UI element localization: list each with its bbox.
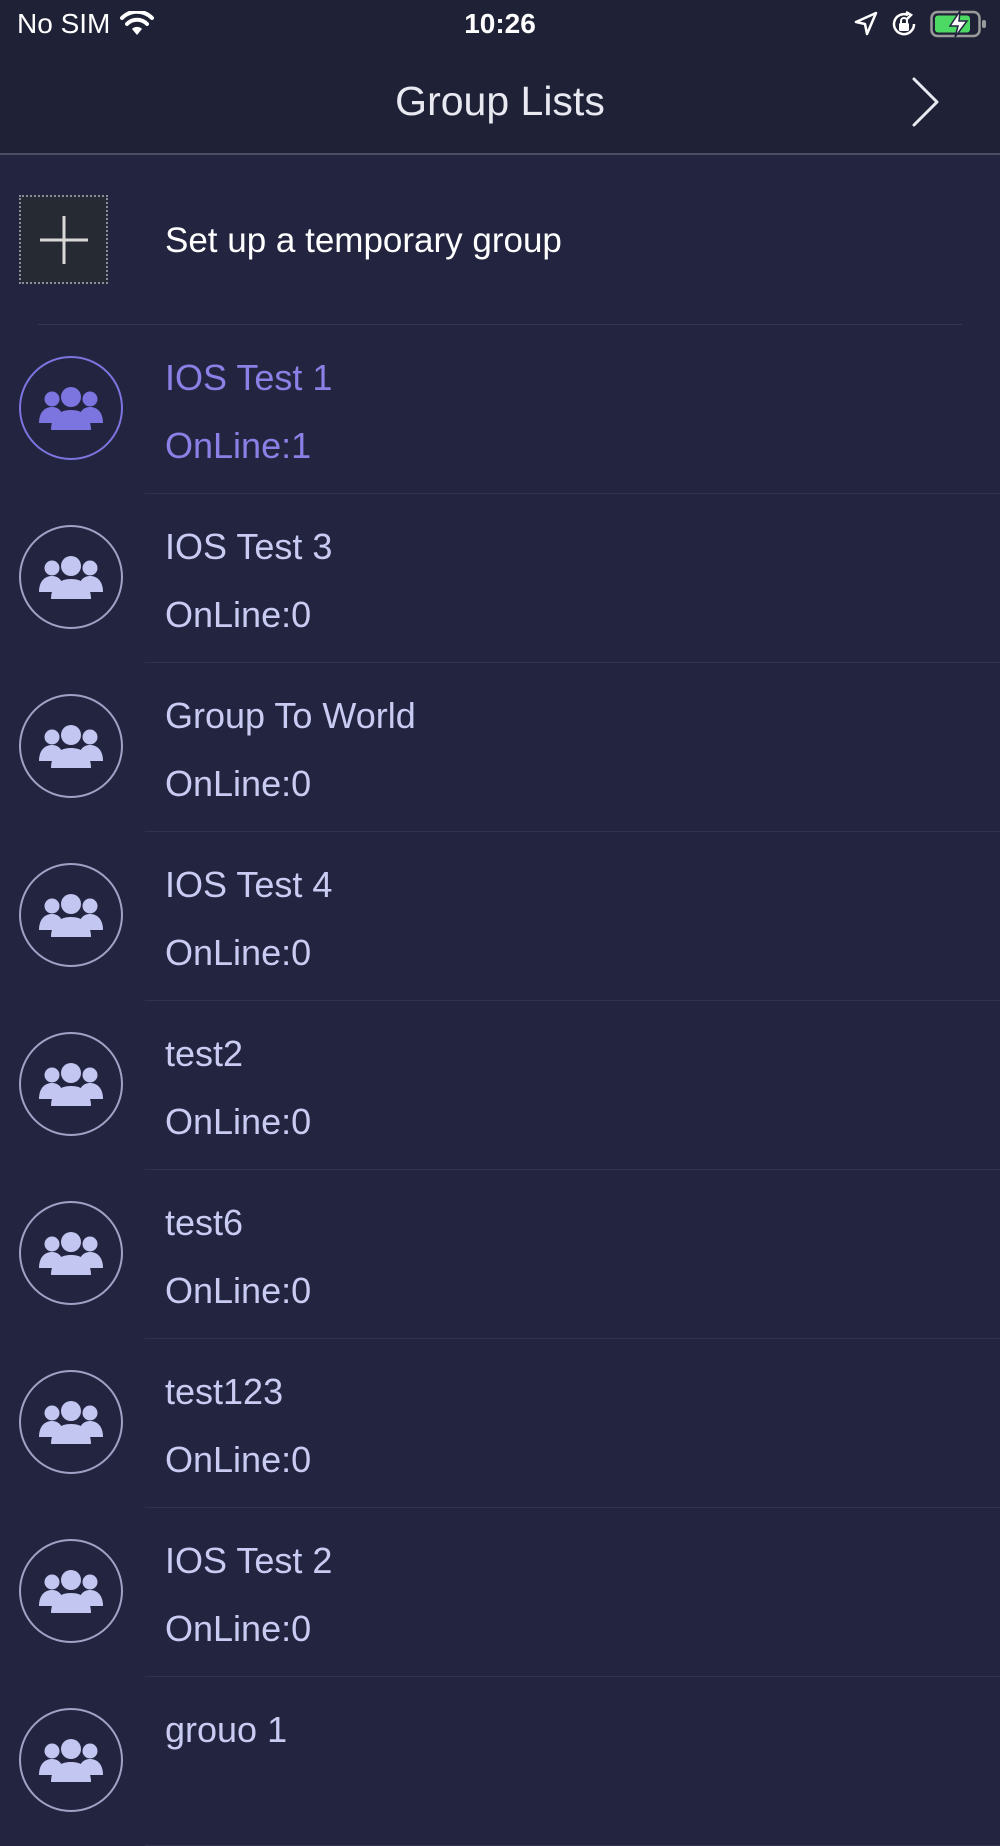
group-avatar <box>19 1708 123 1812</box>
status-bar: No SIM 10:26 <box>0 0 1000 50</box>
page-title: Group Lists <box>395 78 605 124</box>
group-users-icon <box>39 725 103 768</box>
group-list-item[interactable]: Group To World OnLine:0 <box>0 663 1000 832</box>
group-avatar <box>19 525 123 629</box>
nav-bar: Group Lists <box>0 50 1000 155</box>
group-online-count: OnLine:1 <box>165 425 312 466</box>
group-name: IOS Test 1 <box>165 357 333 398</box>
group-avatar <box>19 863 123 967</box>
group-avatar <box>19 1201 123 1305</box>
group-name: test123 <box>165 1371 284 1412</box>
group-name: test6 <box>165 1202 244 1243</box>
group-name: IOS Test 3 <box>165 526 333 567</box>
location-arrow-icon <box>854 11 878 36</box>
group-users-icon <box>39 1232 103 1275</box>
status-right <box>842 10 988 38</box>
group-list-item[interactable]: IOS Test 3 OnLine:0 <box>0 494 1000 663</box>
group-avatar <box>19 694 123 798</box>
group-name: Group To World <box>165 695 416 736</box>
battery-charging-icon <box>930 10 986 38</box>
group-list-item[interactable]: IOS Test 4 OnLine:0 <box>0 832 1000 1001</box>
group-list-item[interactable]: IOS Test 1 OnLine:1 <box>0 325 1000 494</box>
rotation-lock-icon <box>892 10 916 36</box>
chevron-right-icon <box>912 77 939 127</box>
group-users-icon <box>39 894 103 937</box>
group-list-item[interactable]: test123 OnLine:0 <box>0 1339 1000 1508</box>
group-online-count: OnLine:0 <box>165 1270 312 1311</box>
group-users-icon <box>39 556 103 599</box>
plus-icon <box>39 215 88 264</box>
group-list-item[interactable]: IOS Test 2 OnLine:0 <box>0 1508 1000 1677</box>
group-users-icon <box>39 1570 103 1613</box>
create-group-label: Set up a temporary group <box>165 221 562 260</box>
group-avatar <box>19 1539 123 1643</box>
add-group-button[interactable] <box>19 195 108 284</box>
group-online-count: OnLine:0 <box>165 1101 312 1142</box>
group-name: IOS Test 4 <box>165 864 333 905</box>
group-avatar <box>19 1032 123 1136</box>
group-avatar <box>19 1370 123 1474</box>
group-online-count: OnLine:0 <box>165 763 312 804</box>
group-users-icon <box>39 1401 103 1444</box>
group-name: IOS Test 2 <box>165 1540 333 1581</box>
group-users-icon <box>39 387 103 430</box>
group-list-item[interactable]: test2 OnLine:0 <box>0 1001 1000 1170</box>
group-online-count: OnLine:0 <box>165 594 312 635</box>
group-users-icon <box>39 1063 103 1106</box>
group-name: test2 <box>165 1033 244 1074</box>
group-online-count: OnLine:0 <box>165 1439 312 1480</box>
group-name: grouo 1 <box>165 1709 288 1750</box>
group-online-count: OnLine:0 <box>165 1608 312 1649</box>
group-online-count: OnLine:0 <box>165 932 312 973</box>
group-list-item[interactable]: test6 OnLine:0 <box>0 1170 1000 1339</box>
group-users-icon <box>39 1739 103 1782</box>
group-list-item[interactable]: grouo 1 <box>0 1677 1000 1846</box>
group-list: IOS Test 1 OnLine:1 IOS Test 3 OnLine:0 <box>0 325 1000 1846</box>
create-temporary-group-row[interactable]: Set up a temporary group <box>0 155 1000 325</box>
group-avatar <box>19 356 123 460</box>
forward-button[interactable] <box>900 75 950 129</box>
